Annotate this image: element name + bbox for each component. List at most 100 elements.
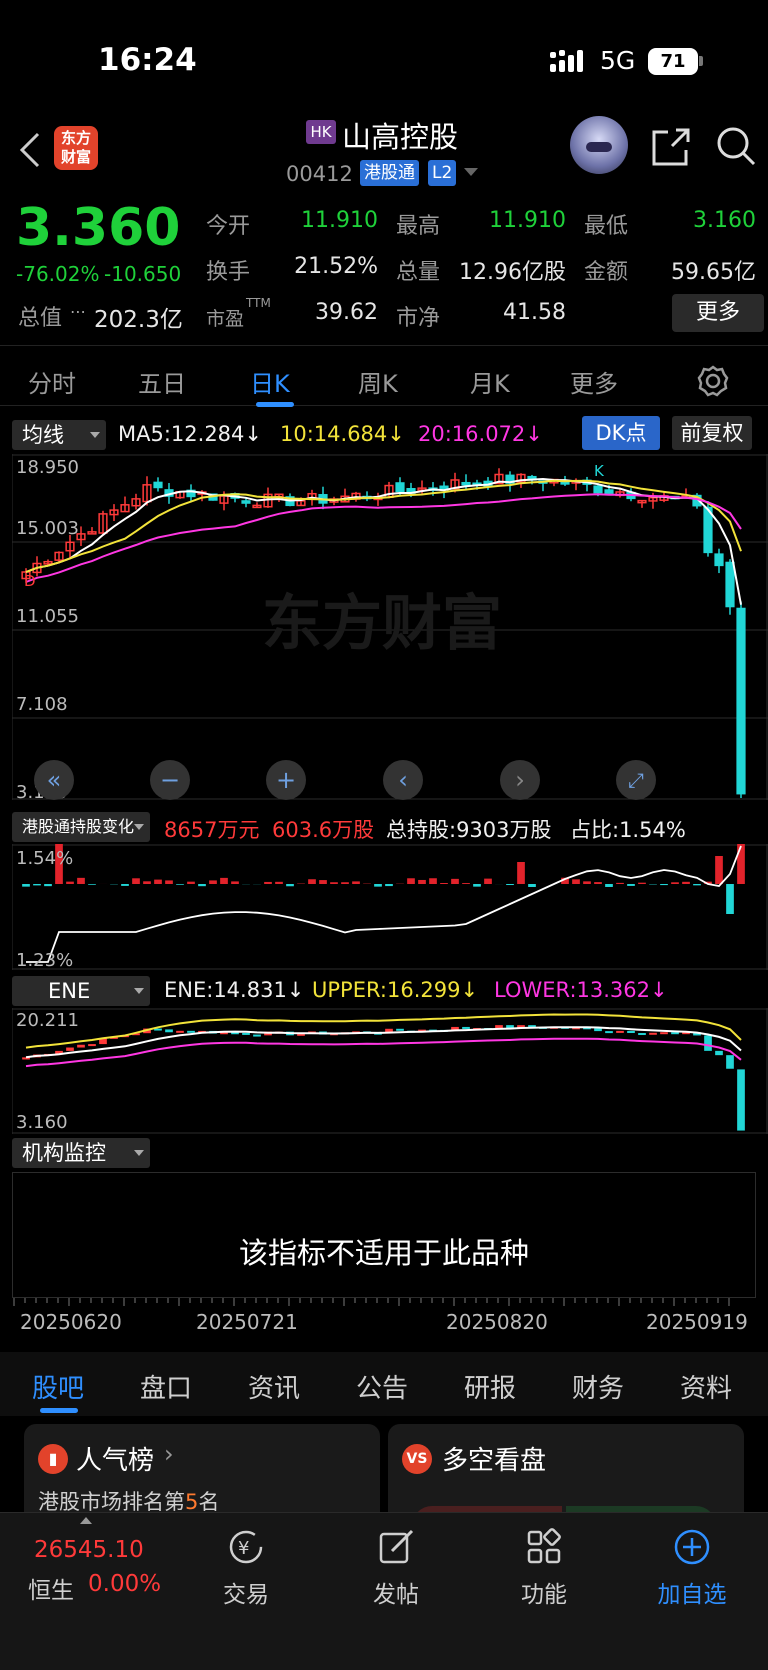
tab-daily-k[interactable]: 日K (250, 364, 290, 399)
ene-indicator-select[interactable]: ENE (12, 976, 150, 1006)
index-change[interactable]: 0.00% (88, 1571, 161, 1597)
holding-bar (572, 879, 580, 884)
holding-bar (264, 881, 272, 884)
holding-bar (429, 878, 437, 884)
prev-button[interactable]: ‹ (383, 760, 423, 800)
holding-bar (627, 884, 635, 886)
holding-bar (286, 884, 294, 887)
tab-financials[interactable]: 财务 (572, 1368, 624, 1405)
adjust-button[interactable]: 前复权 (672, 416, 752, 450)
upper-legend: UPPER:16.299↓ (312, 978, 479, 1002)
trade-label[interactable]: 交易 (196, 1575, 296, 1609)
low-value: 3.160 (693, 208, 756, 233)
rewind-button[interactable]: « (34, 760, 74, 800)
chevron-down-icon (90, 432, 100, 438)
kline-chart[interactable]: 东方财富 K D (12, 454, 768, 800)
gear-icon[interactable] (696, 364, 730, 398)
candle-body (725, 561, 735, 608)
holding-bar (154, 879, 162, 884)
tab-profile[interactable]: 资料 (680, 1368, 732, 1405)
tab-announcements[interactable]: 公告 (356, 1368, 408, 1405)
tab-forum[interactable]: 股吧 (32, 1368, 84, 1405)
holding-bar (176, 884, 184, 885)
candle-body (153, 481, 163, 489)
fullscreen-icon[interactable]: ⤢ (616, 760, 656, 800)
high-value: 11.910 (489, 208, 566, 233)
next-button[interactable]: › (500, 760, 540, 800)
dk-point-button[interactable]: DK点 (582, 416, 660, 450)
functions-icon[interactable] (494, 1527, 594, 1575)
main-indicator-select[interactable]: 均线 (12, 420, 106, 450)
more-button[interactable]: 更多 (672, 294, 764, 332)
main-indicator-label: 均线 (22, 423, 64, 447)
share-icon[interactable] (650, 126, 692, 168)
volume-value: 12.96亿股 (459, 260, 566, 285)
tab-intraday[interactable]: 分时 (28, 364, 76, 399)
holding-bar (352, 881, 360, 884)
post-label[interactable]: 发帖 (346, 1575, 446, 1609)
search-icon[interactable] (714, 124, 758, 168)
ene-candle (649, 1032, 657, 1035)
ene-candle (704, 1035, 712, 1051)
add-watchlist-label[interactable]: 加自选 (642, 1575, 742, 1609)
holding-chart[interactable] (12, 844, 768, 970)
caret-up-icon[interactable] (80, 1517, 92, 1524)
connect-tag: 港股通 (360, 160, 419, 186)
chevron-down-icon (134, 988, 144, 994)
index-name[interactable]: 恒生 (28, 1571, 74, 1605)
holding-bar (165, 880, 173, 884)
holding-bar (308, 879, 316, 884)
back-arrow-icon[interactable] (18, 130, 42, 170)
tab-news[interactable]: 资讯 (248, 1368, 300, 1405)
tab-research[interactable]: 研报 (464, 1368, 516, 1405)
post-icon[interactable] (346, 1527, 446, 1575)
ene-candle (594, 1028, 602, 1032)
holding-shares-change: 603.6万股 (272, 818, 375, 842)
bar-chart-icon: ▮ (38, 1444, 68, 1474)
candle-body (714, 553, 724, 567)
zoom-in-button[interactable]: + (266, 760, 306, 800)
pb-value: 41.58 (503, 300, 566, 325)
tab-five-day[interactable]: 五日 (138, 364, 186, 399)
chevron-down-icon[interactable] (464, 168, 478, 176)
ene-candle (66, 1047, 74, 1051)
app-logo[interactable]: 东方 财富 (54, 126, 98, 170)
date-label-1: 20250620 (20, 1310, 122, 1334)
y-label-4: 7.108 (16, 694, 68, 715)
holding-bar (462, 883, 470, 884)
inst-indicator-select[interactable]: 机构监控 (12, 1138, 150, 1168)
tab-orderbook[interactable]: 盘口 (140, 1368, 192, 1405)
candle-body (461, 481, 471, 486)
zoom-out-button[interactable]: − (150, 760, 190, 800)
holding-bar (737, 844, 745, 884)
holding-bar (385, 884, 393, 887)
trade-icon[interactable]: ¥ (196, 1527, 296, 1575)
ene-candle (176, 1030, 184, 1033)
candle-body (604, 489, 614, 494)
ene-candle (242, 1032, 250, 1035)
holding-y-max: 1.54% (16, 848, 74, 869)
holding-bar (616, 882, 624, 884)
ene-legend: ENE:14.831↓ (164, 978, 305, 1002)
ma10-legend: 10:14.684↓ (280, 422, 405, 446)
holding-bar (407, 878, 415, 884)
mktcap-label: 总值 (18, 306, 63, 331)
ene-chart[interactable] (12, 1008, 768, 1134)
holding-bar (583, 881, 591, 884)
tab-more[interactable]: 更多 (570, 364, 618, 399)
holding-bar (693, 884, 701, 886)
pe-label: 市盈 (206, 308, 245, 330)
functions-label[interactable]: 功能 (494, 1575, 594, 1609)
holding-bar (66, 881, 74, 884)
not-applicable-message: 该指标不适用于此品种 (238, 1236, 529, 1270)
index-value[interactable]: 26545.10 (34, 1537, 144, 1563)
holding-amount: 8657万元 (164, 818, 260, 842)
info-icon[interactable]: ⋯ (70, 302, 86, 321)
market-badge: HK (306, 120, 336, 144)
tab-weekly-k[interactable]: 周K (358, 364, 398, 399)
holding-indicator-select[interactable]: 港股通持股变化 (12, 812, 150, 842)
volume-label: 总量 (396, 260, 441, 285)
holding-bar (451, 878, 459, 884)
add-watchlist-icon[interactable] (642, 1527, 742, 1575)
tab-monthly-k[interactable]: 月K (470, 364, 510, 399)
